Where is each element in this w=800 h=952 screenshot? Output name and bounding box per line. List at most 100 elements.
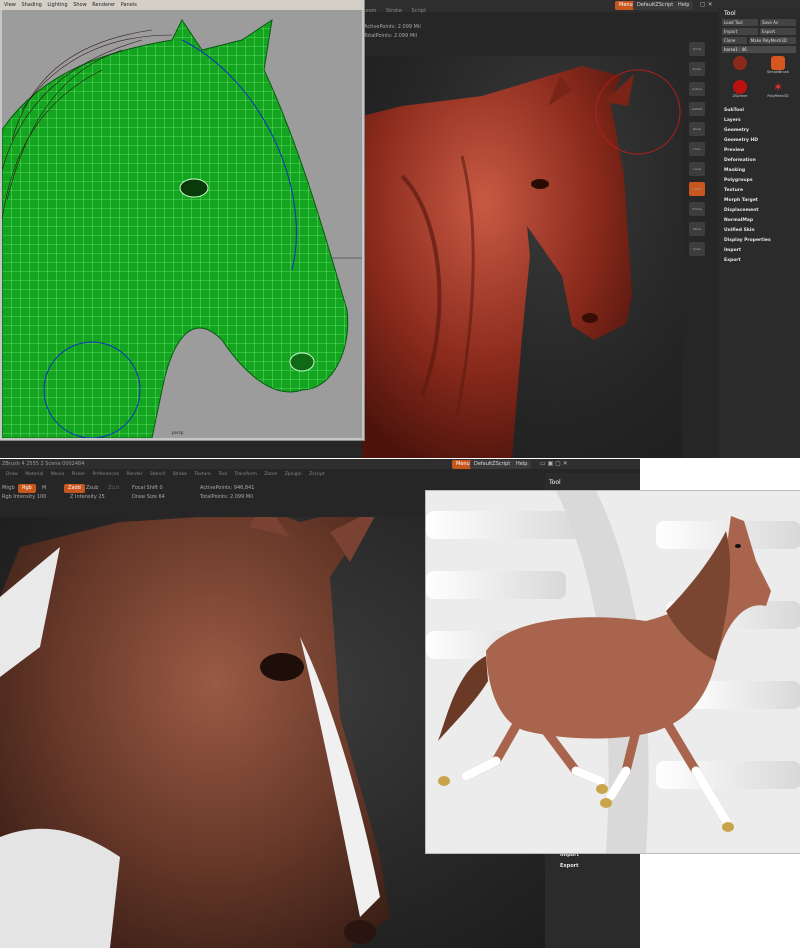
- tool-thumbnails: SimpleBrush ZSphere ✶ PolyMesh3D: [722, 56, 796, 102]
- menu-layers[interactable]: Layers: [724, 116, 800, 126]
- menu-unified-skin[interactable]: Unified Skin: [724, 226, 800, 236]
- tool-thumb[interactable]: ZSphere: [722, 80, 758, 102]
- zadd-toggle[interactable]: Zadd: [64, 484, 85, 493]
- tool-thumb[interactable]: ✶ PolyMesh3D: [760, 80, 796, 102]
- menu-export[interactable]: Export: [560, 863, 579, 874]
- right-shelf: Scroll Zoom Actual AAHalf Persp Floor Lo…: [686, 40, 708, 300]
- menu-polygroups[interactable]: Polygroups: [724, 176, 800, 186]
- menu-renderer[interactable]: Renderer: [92, 2, 115, 8]
- menu-subtool[interactable]: SubTool: [724, 106, 800, 116]
- tool-panel-title: Tool: [549, 479, 561, 486]
- shelf-button[interactable]: Persp: [689, 122, 705, 136]
- tool-slider[interactable]: horse1 : 46: [722, 46, 796, 53]
- default-zscript-button[interactable]: DefaultZScript: [470, 460, 515, 469]
- shelf-button[interactable]: Move: [689, 222, 705, 236]
- focal-shift-slider[interactable]: Focal Shift 0: [132, 484, 163, 493]
- menu-item[interactable]: Zplugin: [285, 472, 302, 477]
- menu-show[interactable]: Show: [73, 2, 87, 8]
- menu-item[interactable]: Tool: [218, 472, 227, 477]
- save-as-button[interactable]: Save As: [760, 19, 796, 26]
- tool-panel: Tool Load Tool Save As Import Export Clo…: [718, 8, 800, 458]
- menu-item[interactable]: Texture: [194, 472, 210, 477]
- zsphere-icon: [733, 80, 747, 94]
- rgb-intensity-slider[interactable]: Rgb Intensity 100: [2, 493, 46, 502]
- menu-shading[interactable]: Shading: [21, 2, 41, 8]
- maya-panel-menu: View Shading Lighting Show Renderer Pane…: [0, 0, 364, 10]
- menu-export[interactable]: Export: [724, 256, 800, 266]
- tool-thumb[interactable]: SimpleBrush: [760, 56, 796, 78]
- menu-item[interactable]: Render: [126, 472, 142, 477]
- menu-item[interactable]: Material: [25, 472, 43, 477]
- tool-thumb[interactable]: [722, 56, 758, 78]
- menu-bar: Draw Material Movie Picker Preferences R…: [0, 470, 540, 480]
- clone-button[interactable]: Clone: [722, 37, 747, 44]
- tool-menu-list: Import Export: [560, 852, 579, 874]
- export-button[interactable]: Export: [760, 28, 796, 35]
- menu-stroke[interactable]: Stroke: [386, 8, 402, 14]
- menu-display-properties[interactable]: Display Properties: [724, 236, 800, 246]
- help-button[interactable]: Help: [674, 1, 694, 10]
- m-toggle[interactable]: M: [42, 484, 46, 493]
- window-controls[interactable]: ▭ ▣ ▢ ✕: [540, 460, 568, 467]
- shelf-button[interactable]: Local: [689, 162, 705, 176]
- shelf-button[interactable]: Floor: [689, 142, 705, 156]
- total-points: TotalPoints: 2.099 Mil: [364, 33, 417, 39]
- menu-item[interactable]: Zoom: [264, 472, 277, 477]
- menu-texture[interactable]: Texture: [724, 186, 800, 196]
- menu-item[interactable]: Stencil: [150, 472, 165, 477]
- default-zscript-button[interactable]: DefaultZScript: [633, 1, 678, 10]
- menu-item[interactable]: Stroke: [173, 472, 187, 477]
- shelf-button[interactable]: Zoom: [689, 62, 705, 76]
- horse-render-image: [426, 491, 800, 853]
- z-intensity-slider[interactable]: Z Intensity 25: [70, 493, 105, 502]
- shelf-button[interactable]: Frame: [689, 202, 705, 216]
- menu-masking[interactable]: Masking: [724, 166, 800, 176]
- scene-info: ZBrush 4 2555 2 Scene 0002484: [2, 461, 85, 467]
- menu-script[interactable]: Script: [412, 8, 427, 14]
- window-controls[interactable]: ▢ ✕: [700, 1, 716, 9]
- shelf-button[interactable]: L.Sym: [689, 182, 705, 196]
- menu-geometry-hd[interactable]: Geometry HD: [724, 136, 800, 146]
- wireframe-horse-model: [1, 18, 362, 439]
- import-button[interactable]: Import: [722, 28, 758, 35]
- rgb-toggle[interactable]: Rgb: [18, 484, 36, 493]
- menu-displacement[interactable]: Displacement: [724, 206, 800, 216]
- menu-item[interactable]: Preferences: [93, 472, 119, 477]
- menu-item[interactable]: Transform: [234, 472, 256, 477]
- maya-3d-viewport[interactable]: [1, 10, 362, 439]
- mrgb-toggle[interactable]: Mrgb: [2, 484, 15, 493]
- simplebrush-icon: [771, 56, 785, 70]
- shelf-button[interactable]: AAHalf: [689, 102, 705, 116]
- menu-view[interactable]: View: [4, 2, 16, 8]
- tool-menu-list: SubTool Layers Geometry Geometry HD Prev…: [724, 106, 800, 266]
- shelf-button[interactable]: Scroll: [689, 42, 705, 56]
- menu-import[interactable]: Import: [724, 246, 800, 256]
- maya-viewport-window: View Shading Lighting Show Renderer Pane…: [0, 0, 365, 441]
- menu-normalmap[interactable]: NormalMap: [724, 216, 800, 226]
- shelf-button[interactable]: Actual: [689, 82, 705, 96]
- draw-size-slider[interactable]: Draw Size 64: [132, 493, 165, 502]
- active-points: ActivePoints: 946,841: [200, 485, 255, 491]
- make-polymesh-button[interactable]: Make PolyMesh3D: [748, 37, 796, 44]
- menu-preview[interactable]: Preview: [724, 146, 800, 156]
- menu-item[interactable]: Movie: [51, 472, 64, 477]
- menu-morph-target[interactable]: Morph Target: [724, 196, 800, 206]
- shelf-button[interactable]: Scale: [689, 242, 705, 256]
- clay-horse-sculpt: [362, 66, 681, 458]
- menu-item[interactable]: Draw: [6, 472, 18, 477]
- canvas-viewport[interactable]: [362, 56, 682, 458]
- polymesh-icon: ✶: [772, 80, 784, 94]
- render-preview: [425, 490, 800, 854]
- menu-panels[interactable]: Panels: [121, 2, 137, 8]
- menu-lighting[interactable]: Lighting: [47, 2, 67, 8]
- help-button[interactable]: Help: [512, 460, 532, 469]
- zsub-toggle[interactable]: Zsub: [86, 484, 98, 493]
- menu-item[interactable]: Picker: [72, 472, 85, 477]
- horse-thumb-icon: [733, 56, 747, 70]
- load-tool-button[interactable]: Load Tool: [722, 19, 758, 26]
- menu-item[interactable]: Zscript: [309, 472, 325, 477]
- menu-deformation[interactable]: Deformation: [724, 156, 800, 166]
- menu-geometry[interactable]: Geometry: [724, 126, 800, 136]
- zcut-toggle[interactable]: Zcut: [108, 484, 119, 493]
- active-points: ActivePoints: 2.099 Mil: [364, 24, 421, 30]
